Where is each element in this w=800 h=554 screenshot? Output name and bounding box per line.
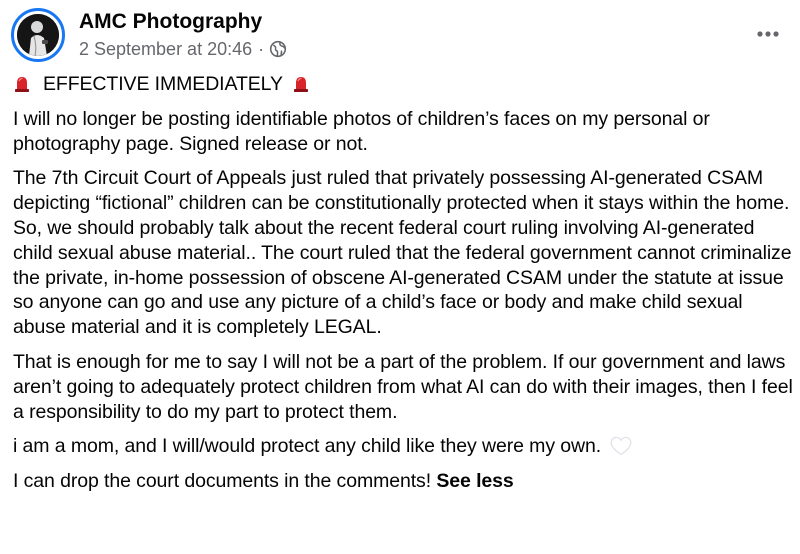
post-paragraph-with-heart: i am a mom, and I will/would protect any…	[13, 434, 797, 459]
post-headline: EFFECTIVE IMMEDIATELY	[13, 72, 797, 97]
closing-text: I can drop the court documents in the co…	[13, 470, 432, 493]
post-meta: 2 September at 20:46 ·	[79, 38, 287, 60]
post-paragraph: I will no longer be posting identifiable…	[13, 107, 710, 155]
headline-text: EFFECTIVE IMMEDIATELY	[43, 73, 283, 95]
page-name[interactable]: AMC Photography	[79, 10, 262, 34]
globe-icon[interactable]	[269, 40, 287, 58]
post-paragraph: The 7th Circuit Court of Appeals just ru…	[13, 167, 792, 339]
facebook-post: AMC Photography 2 September at 20:46 · E…	[0, 0, 800, 554]
siren-light-icon	[292, 75, 310, 93]
see-less-link[interactable]: See less	[436, 470, 513, 492]
meta-separator: ·	[258, 38, 265, 59]
post-paragraph: That is enough for me to say I will not …	[13, 350, 793, 423]
avatar-photo	[17, 14, 59, 56]
white-heart-icon	[610, 436, 632, 456]
post-closing: I can drop the court documents in the co…	[13, 469, 797, 494]
page-avatar[interactable]	[11, 8, 65, 62]
siren-light-icon	[13, 75, 31, 93]
post-header: AMC Photography 2 September at 20:46 ·	[0, 0, 800, 70]
post-timestamp[interactable]: 2 September at 20:46	[79, 39, 252, 60]
post-body: EFFECTIVE IMMEDIATELY I will no longer b…	[13, 72, 797, 504]
more-options-icon[interactable]	[752, 22, 784, 46]
post-paragraph: i am a mom, and I will/would protect any…	[13, 435, 602, 458]
